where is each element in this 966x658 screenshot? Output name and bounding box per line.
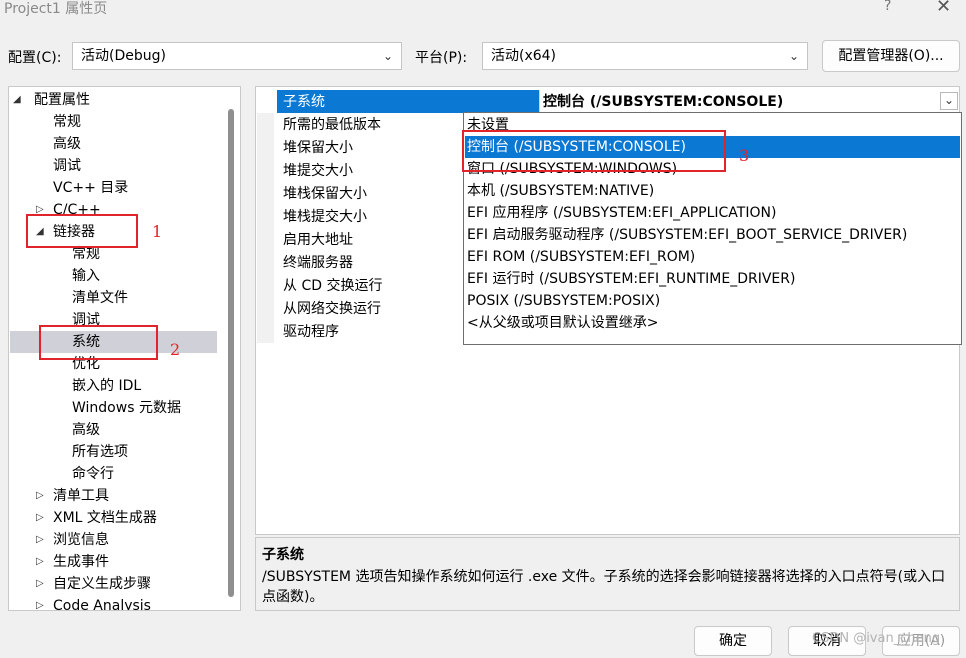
platform-value: 活动(x64) [491, 48, 557, 64]
property-stack-reserve[interactable]: 堆栈保留大小 [283, 183, 367, 205]
tree-item-advanced[interactable]: 高级 [53, 133, 81, 155]
option-native[interactable]: 本机 (/SUBSYSTEM:NATIVE) [467, 180, 654, 202]
annotation-box-3 [462, 130, 726, 172]
expand-arrow-icon[interactable]: ▷ [36, 600, 44, 610]
platform-label: 平台(P): [415, 50, 468, 66]
tree-item-xml-doc-generator[interactable]: XML 文档生成器 [53, 507, 157, 529]
tree-item-linker-manifest[interactable]: 清单文件 [72, 287, 128, 309]
annotation-number-1: 1 [152, 222, 163, 241]
tree-item-build-events[interactable]: 生成事件 [53, 551, 109, 573]
platform-select[interactable]: 活动(x64) ⌄ [482, 42, 808, 70]
annotation-box-1 [26, 214, 138, 248]
expand-arrow-icon[interactable]: ▷ [36, 534, 44, 545]
chevron-down-icon: ⌄ [382, 49, 393, 63]
dropdown-chevron-icon[interactable]: ⌄ [940, 92, 958, 110]
subsystem-value: 控制台 (/SUBSYSTEM:CONSOLE) [543, 94, 784, 110]
property-driver[interactable]: 驱动程序 [283, 321, 339, 343]
config-manager-button[interactable]: 配置管理器(O)... [822, 40, 960, 72]
tree-item-linker-all-options[interactable]: 所有选项 [72, 441, 128, 463]
subsystem-value-field[interactable]: 控制台 (/SUBSYSTEM:CONSOLE) ⌄ [539, 90, 959, 113]
tree-item-linker-windows-metadata[interactable]: Windows 元数据 [72, 397, 181, 419]
tree-item-linker-input[interactable]: 输入 [72, 265, 100, 287]
help-button[interactable]: ? [884, 0, 891, 14]
expand-arrow-icon[interactable]: ▷ [36, 556, 44, 567]
property-subsystem[interactable]: 子系统 [283, 91, 325, 113]
property-stack-commit[interactable]: 堆栈提交大小 [283, 206, 367, 228]
expand-arrow-icon[interactable]: ▷ [36, 578, 44, 589]
annotation-number-2: 2 [170, 340, 181, 359]
option-posix[interactable]: POSIX (/SUBSYSTEM:POSIX) [467, 290, 660, 312]
tree-scrollbar[interactable] [228, 109, 234, 597]
tree-item-linker-embedded-idl[interactable]: 嵌入的 IDL [72, 375, 141, 397]
tree-item-linker-command-line[interactable]: 命令行 [72, 463, 114, 485]
property-large-address[interactable]: 启用大地址 [283, 229, 353, 251]
window-title: Project1 属性页 [4, 1, 108, 17]
description-panel: 子系统 /SUBSYSTEM 选项告知操作系统如何运行 .exe 文件。子系统的… [255, 537, 960, 611]
expand-arrow-icon[interactable]: ▷ [36, 512, 44, 523]
tree-item-browse-info[interactable]: 浏览信息 [53, 529, 109, 551]
property-terminal-server[interactable]: 终端服务器 [283, 252, 353, 274]
collapse-arrow-icon[interactable]: ◢ [13, 94, 21, 105]
tree-item-vc-directories[interactable]: VC++ 目录 [53, 177, 128, 199]
tree-item-custom-build-step[interactable]: 自定义生成步骤 [53, 573, 151, 595]
tree-item-debugging[interactable]: 调试 [53, 155, 81, 177]
option-efi-application[interactable]: EFI 应用程序 (/SUBSYSTEM:EFI_APPLICATION) [467, 202, 776, 224]
option-efi-rom[interactable]: EFI ROM (/SUBSYSTEM:EFI_ROM) [467, 246, 695, 268]
property-swap-run-cd[interactable]: 从 CD 交换运行 [283, 275, 382, 297]
description-text: /SUBSYSTEM 选项告知操作系统如何运行 .exe 文件。子系统的选择会影… [262, 569, 946, 605]
ok-button[interactable]: 确定 [694, 626, 772, 656]
config-value: 活动(Debug) [81, 48, 166, 64]
property-min-version[interactable]: 所需的最低版本 [283, 114, 381, 136]
expand-arrow-icon[interactable]: ▷ [36, 490, 44, 501]
annotation-box-2 [39, 325, 158, 360]
property-heap-reserve[interactable]: 堆保留大小 [283, 137, 353, 159]
property-swap-run-net[interactable]: 从网络交换运行 [283, 298, 381, 320]
close-icon[interactable]: ✕ [936, 0, 951, 17]
tree-item-manifest-tool[interactable]: 清单工具 [53, 485, 109, 507]
description-title: 子系统 [262, 547, 304, 563]
property-heap-commit[interactable]: 堆提交大小 [283, 160, 353, 182]
option-efi-boot-service-driver[interactable]: EFI 启动服务驱动程序 (/SUBSYSTEM:EFI_BOOT_SERVIC… [467, 224, 907, 246]
watermark: CSDN @ivan_cheng [812, 631, 941, 646]
option-inherit[interactable]: <从父级或项目默认设置继承> [467, 312, 658, 334]
tree-item-config-properties[interactable]: 配置属性 [34, 89, 90, 111]
config-label: 配置(C): [8, 50, 62, 66]
config-select[interactable]: 活动(Debug) ⌄ [72, 42, 402, 70]
option-efi-runtime-driver[interactable]: EFI 运行时 (/SUBSYSTEM:EFI_RUNTIME_DRIVER) [467, 268, 795, 290]
grid-gutter [257, 113, 274, 343]
tree-item-linker-advanced[interactable]: 高级 [72, 419, 100, 441]
tree-item-code-analysis[interactable]: Code Analysis [53, 595, 151, 610]
tree-item-general[interactable]: 常规 [53, 111, 81, 133]
annotation-number-3: 3 [739, 146, 750, 165]
chevron-down-icon: ⌄ [788, 49, 799, 63]
